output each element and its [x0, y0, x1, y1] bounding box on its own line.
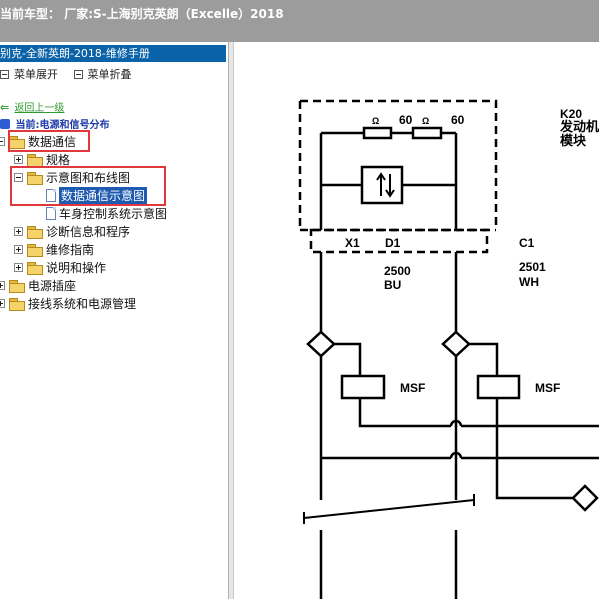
- resistor-value: 60: [399, 113, 413, 127]
- msf-symbol: [476, 374, 521, 400]
- bus-wire: [358, 398, 599, 428]
- folder-icon: [27, 261, 43, 275]
- expand-node-icon[interactable]: [0, 281, 5, 290]
- arrow-down-icon: [385, 174, 395, 198]
- tree-node-diagnostics[interactable]: 诊断信息和程序: [14, 223, 130, 240]
- expand-node-icon[interactable]: [14, 245, 23, 254]
- app-title-bar: 当前车型： 厂家:S-上海别克英朗（Excelle）2018: [0, 0, 599, 42]
- vehicle-name: 厂家:S-上海别克英朗（Excelle）2018: [64, 7, 284, 21]
- folder-icon: [27, 225, 43, 239]
- folder-icon: [27, 153, 43, 167]
- ohm-symbol: Ω: [372, 116, 379, 126]
- tree-node-label[interactable]: 维修指南: [46, 241, 94, 258]
- expand-node-icon[interactable]: [0, 299, 5, 308]
- module-name: 模块: [560, 133, 587, 148]
- tree-node-wiring-power[interactable]: 接线系统和电源管理: [0, 295, 136, 312]
- resistor-symbol: [411, 126, 443, 140]
- collapse-node-icon[interactable]: [0, 137, 5, 146]
- back-link[interactable]: 返回上一级: [14, 103, 64, 114]
- expand-menu-label: 菜单展开: [14, 68, 58, 81]
- circuit-wire: [319, 530, 458, 599]
- tree-node-label[interactable]: 说明和操作: [46, 259, 106, 276]
- back-arrow-icon: ⇐: [0, 101, 10, 114]
- collapse-icon: [73, 69, 83, 79]
- module-internal-wire: [319, 133, 458, 230]
- tree-node-label[interactable]: 电源插座: [28, 277, 76, 294]
- tree-node-repair-guide[interactable]: 维修指南: [14, 241, 94, 258]
- splice-diamond: [441, 330, 471, 358]
- tree-node-label[interactable]: 规格: [46, 151, 70, 168]
- back-row: ⇐ 返回上一级: [0, 99, 64, 114]
- resistor-symbol: [362, 126, 393, 140]
- vehicle-label: 当前车型：: [0, 7, 61, 21]
- tree-node-power-outlet[interactable]: 电源插座: [0, 277, 76, 294]
- module-name: 发动机: [559, 119, 599, 134]
- document-icon: [46, 207, 56, 220]
- tree-node-data-communication[interactable]: 数据通信: [0, 133, 76, 150]
- msf-symbol: [340, 374, 386, 400]
- folder-icon: [27, 243, 43, 257]
- wire-color: BU: [384, 278, 401, 292]
- tree-node-specifications[interactable]: 规格: [14, 151, 70, 168]
- circuit-number: 2501: [519, 260, 546, 274]
- collapse-node-icon[interactable]: [14, 173, 23, 182]
- current-location-label: 当前:电源和信号分布: [15, 120, 110, 131]
- expand-icon: [0, 69, 9, 79]
- ohm-symbol: Ω: [422, 116, 429, 126]
- tree-node-label[interactable]: 接线系统和电源管理: [28, 295, 136, 312]
- module-outline: [298, 99, 498, 230]
- msf-label: MSF: [400, 381, 425, 395]
- connector-label: X1: [345, 236, 360, 250]
- document-icon: [46, 189, 56, 202]
- tree-toolbar: 菜单展开 菜单折叠: [0, 66, 144, 82]
- tree-node-label[interactable]: 数据通信: [28, 133, 76, 150]
- collapse-menu-label: 菜单折叠: [87, 68, 132, 81]
- expand-node-icon[interactable]: [14, 263, 23, 272]
- expand-node-icon[interactable]: [14, 155, 23, 164]
- msf-branch-wire: [334, 342, 499, 376]
- connector-label: D1: [385, 236, 401, 250]
- resistor-value: 60: [451, 113, 465, 127]
- wiring-schematic: K20 发动机 模块 Ω 60 Ω 60 X1 D1 C1 2500 BU 25…: [298, 99, 599, 599]
- tree-node-label[interactable]: 数据通信示意图: [59, 187, 148, 204]
- wire-color: WH: [519, 275, 539, 289]
- folder-icon: [9, 297, 25, 311]
- connector-label: C1: [519, 236, 535, 250]
- expand-node-icon[interactable]: [14, 227, 23, 236]
- tree-node-instructions[interactable]: 说明和操作: [14, 259, 106, 276]
- schematic-view[interactable]: K20 发动机 模块 Ω 60 Ω 60 X1 D1 C1 2500 BU 25…: [234, 42, 599, 599]
- manual-title: 别克-全新英朗-2018-维修手册: [0, 45, 226, 62]
- current-location: 当前:电源和信号分布: [0, 116, 109, 131]
- tree-node-data-comm-schematic[interactable]: 数据通信示意图: [46, 187, 148, 204]
- navigation-pane: 别克-全新英朗-2018-维修手册 菜单展开 菜单折叠 ⇐ 返回上一级 当前:电…: [0, 42, 229, 599]
- folder-icon: [9, 279, 25, 293]
- tree-node-label[interactable]: 车身控制系统示意图: [59, 205, 167, 222]
- folder-open-icon: [9, 135, 25, 149]
- msf-label: MSF: [535, 381, 560, 395]
- splice-diamond: [571, 484, 599, 512]
- circuit-number: 2500: [384, 264, 411, 278]
- tree-node-schematics[interactable]: 示意图和布线图: [14, 169, 130, 186]
- collapse-menu-button[interactable]: 菜单折叠: [73, 66, 132, 82]
- arrow-up-icon: [376, 172, 386, 196]
- folder-open-icon: [27, 171, 43, 185]
- break-line: [303, 499, 475, 519]
- bus-wire: [495, 398, 580, 500]
- tree-node-label[interactable]: 示意图和布线图: [46, 169, 130, 186]
- expand-menu-button[interactable]: 菜单展开: [0, 66, 58, 82]
- splice-diamond: [306, 330, 336, 358]
- current-location-icon: [0, 119, 10, 129]
- tree-node-body-control-schematic[interactable]: 车身控制系统示意图: [46, 205, 167, 222]
- tree-node-label[interactable]: 诊断信息和程序: [46, 223, 130, 240]
